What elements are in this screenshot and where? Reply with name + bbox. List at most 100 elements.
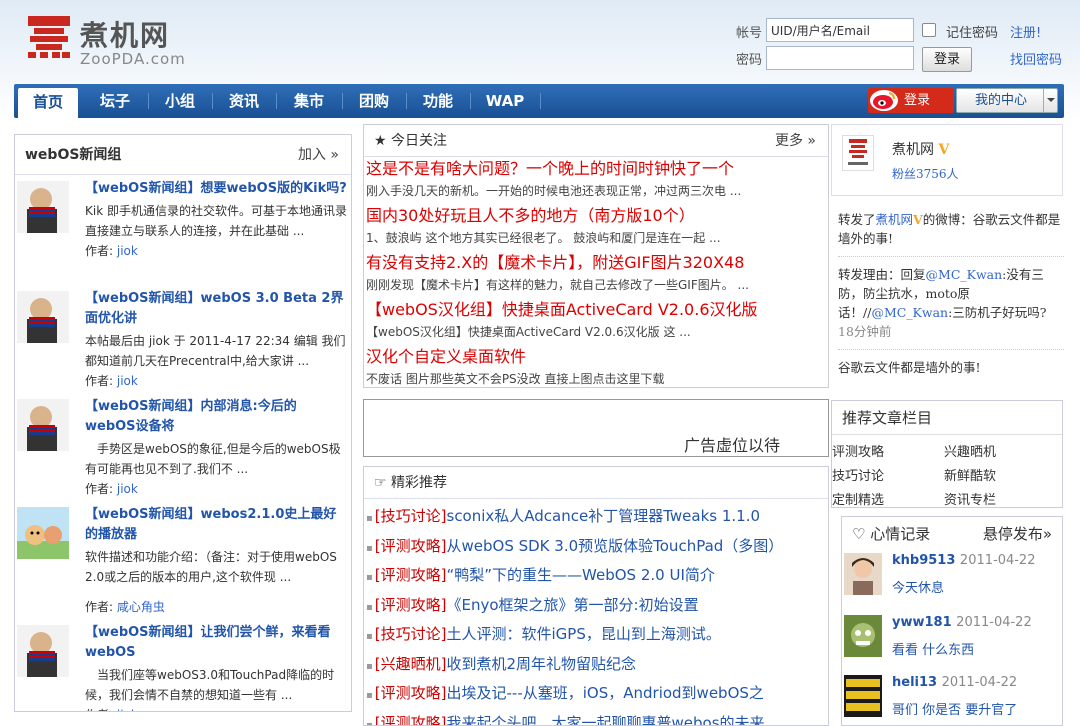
headline-excerpt: 【webOS汉化组】快捷桌面ActiveCard V2.0.6汉化版 这 ... (366, 325, 691, 339)
logo-mark-icon (28, 16, 70, 58)
more-link[interactable]: 更多 » (775, 125, 816, 157)
headline-item: 这是不是有啥大问题？一个晚上的时间时钟快了一个 刚入手没几天的新机。一开始的时候… (364, 157, 828, 204)
news-title-link[interactable]: 【webOS新闻组】webOS 3.0 Beta 2界面优化讲 (85, 289, 347, 329)
headline-excerpt: 刚刚发现【魔术卡片】有这样的魅力，就自己去修改了一些GIF图片。 ... (366, 278, 750, 292)
news-excerpt: 软件描述和功能介绍：（备注：对于使用webOS 2.0或之后的版本的用户,这个软… (85, 550, 337, 584)
bullet-icon: ▪ (366, 572, 373, 583)
headline-link[interactable]: 国内30处好玩且人不多的地方（南方版10个） (366, 204, 828, 228)
nav-features[interactable]: 功能 (410, 84, 466, 118)
mood-user[interactable]: khb9513 2011-04-22 (892, 553, 1035, 568)
news-thumbnail[interactable] (17, 291, 69, 343)
list-item[interactable]: ▪ [评测攻略]我来起个头吧，大家一起聊聊惠普webos的未来 (366, 710, 828, 726)
divider (838, 349, 1064, 350)
author-link[interactable]: jiok (117, 374, 138, 388)
avatar[interactable] (842, 135, 874, 171)
panel-title: 推荐文章栏目 (832, 401, 1062, 435)
column-link[interactable]: 新鲜酷软 (944, 465, 996, 484)
nav-groupbuy[interactable]: 团购 (346, 84, 402, 118)
mention-link[interactable]: @MC_Kwan (871, 305, 948, 320)
news-title-link[interactable]: 【webOS新闻组】想要webOS版的Kik吗? (85, 179, 347, 199)
panel-header: ☞ 精彩推荐 (364, 467, 828, 499)
news-thumbnail[interactable] (17, 181, 69, 233)
list-item[interactable]: ▪ [评测攻略]从webOS SDK 3.0预览版体验TouchPad（多图） (366, 533, 828, 563)
author-link[interactable]: jiok (117, 482, 138, 496)
account-label: 帐号 (736, 26, 763, 41)
news-thumbnail[interactable] (17, 625, 69, 677)
mood-message[interactable]: 哥们 你是否 要升官了 (892, 699, 1017, 718)
mood-item: heli13 2011-04-22 哥们 你是否 要升官了 (842, 673, 1062, 725)
mood-item: yww181 2011-04-22 看看 什么东西 (842, 613, 1062, 673)
author-link[interactable]: 咸心角虫 (117, 600, 165, 614)
column-link[interactable]: 技巧讨论 (832, 465, 884, 484)
list-item[interactable]: ▪ [评测攻略]《Enyo框架之旅》第一部分:初始设置 (366, 592, 828, 622)
profile-name[interactable]: 煮机网 V (892, 139, 949, 159)
list-item[interactable]: ▪ [兴趣晒机]收到煮机2周年礼物留贴纪念 (366, 651, 828, 681)
avatar[interactable] (844, 675, 882, 717)
mood-user[interactable]: heli13 2011-04-22 (892, 675, 1017, 690)
nav-market[interactable]: 集市 (280, 84, 338, 118)
password-input[interactable] (766, 46, 914, 70)
fans-count[interactable]: 粉丝3756人 (892, 165, 959, 182)
mood-user[interactable]: yww181 2011-04-22 (892, 615, 1032, 630)
headline-link[interactable]: 汉化个自定义桌面软件 (366, 345, 828, 369)
news-author: 作者: jiok (85, 482, 138, 496)
feed-reason: 转发理由：回复@MC_Kwan:没有三防，防尘抗水，moto原话！//@MC_K… (838, 267, 1047, 320)
headline-link[interactable]: 这是不是有啥大问题？一个晚上的时间时钟快了一个 (366, 157, 828, 181)
login-button[interactable]: 登录 (922, 47, 972, 72)
today-focus-panel: ★ 今日关注 更多 » 这是不是有啥大问题？一个晚上的时间时钟快了一个 刚入手没… (363, 124, 829, 388)
bullet-icon: ▪ (366, 660, 373, 672)
column-link[interactable]: 评测攻略 (832, 441, 884, 460)
site-logo[interactable]: 煮机网 ZooPDA.com (26, 10, 196, 68)
join-group-link[interactable]: 加入 » (298, 135, 339, 175)
forgot-password-link[interactable]: 找回密码 (1010, 49, 1062, 68)
news-title-link[interactable]: 【webOS新闻组】让我们尝个鲜，来看看webOS (85, 623, 347, 663)
nav-divider (470, 93, 471, 109)
list-item[interactable]: ▪ [评测攻略]“鸭梨”下的重生——WebOS 2.0 UI简介 (366, 562, 828, 592)
bullet-icon: ▪ (366, 719, 373, 726)
avatar[interactable] (844, 615, 882, 657)
news-thumbnail[interactable] (17, 507, 69, 559)
nav-news[interactable]: 资讯 (216, 84, 272, 118)
news-author: 作者: jiok (85, 705, 138, 711)
news-title-link[interactable]: 【webOS新闻组】内部消息:今后的webOS设备将 (85, 397, 347, 437)
list-item[interactable]: ▪ [技巧讨论]土人评测：软件iGPS，昆山到上海测试。 (366, 621, 828, 651)
register-link[interactable]: 注册! (1010, 22, 1041, 41)
headline-link[interactable]: 有没有支持2.X的【魔术卡片】，附送GIF图片320X48 (366, 251, 828, 275)
avatar[interactable] (844, 553, 882, 595)
column-link[interactable]: 资讯专栏 (944, 489, 996, 508)
password-label: 密码 (736, 53, 763, 68)
mood-message[interactable]: 看看 什么东西 (892, 639, 974, 658)
mood-message[interactable]: 今天休息 (892, 577, 944, 596)
author-link[interactable]: jiok (117, 244, 138, 258)
user-link[interactable]: 煮机网 (876, 212, 914, 227)
my-center-dropdown[interactable]: 我的中心 (956, 88, 1058, 113)
author-link[interactable]: jiok (117, 708, 138, 711)
account-input[interactable] (766, 18, 914, 42)
news-thumbnail[interactable] (17, 399, 69, 451)
chevron-down-icon[interactable] (1043, 89, 1057, 112)
remember-checkbox[interactable] (922, 23, 936, 37)
headline-item: 国内30处好玩且人不多的地方（南方版10个） 1、鼓浪屿 这个地方其实已经很老了… (364, 204, 828, 251)
nav-home[interactable]: 首页 (18, 88, 78, 118)
headline-link[interactable]: 【webOS汉化组】快捷桌面ActiveCard V2.0.6汉化版 (366, 298, 828, 322)
publish-link[interactable]: 悬停发布» (983, 517, 1052, 551)
weibo-login-button[interactable]: 登录 (868, 88, 954, 113)
headline-excerpt: 1、鼓浪屿 这个地方其实已经很老了。 鼓浪屿和厦门是连在一起 ... (366, 231, 721, 245)
ad-placeholder[interactable]: 广告虚位以待 (363, 399, 829, 457)
list-item[interactable]: ▪ [评测攻略]出埃及记---从塞班，iOS，Andriod到webOS之 (366, 680, 828, 710)
bullet-icon: ▪ (366, 542, 373, 554)
nav-group[interactable]: 小组 (152, 84, 208, 118)
main-nav: 首页 坛子 小组 资讯 集市 团购 功能 WAP 登录 我的中心 (14, 84, 1064, 118)
nav-wap[interactable]: WAP (474, 84, 536, 118)
panel-header: webOS新闻组 加入 » (15, 135, 351, 175)
verified-icon: V (938, 142, 950, 158)
my-center-label: 我的中心 (975, 93, 1028, 108)
column-link[interactable]: 兴趣晒机 (944, 441, 996, 460)
mention-link[interactable]: @MC_Kwan (926, 267, 1003, 282)
news-title-link[interactable]: 【webOS新闻组】webos2.1.0史上最好的播放器 (85, 505, 347, 545)
nav-forum[interactable]: 坛子 (86, 84, 144, 118)
panel-title: webOS新闻组 (25, 147, 122, 163)
nav-divider (342, 93, 343, 109)
list-item[interactable]: ▪ [技巧讨论]sconix私人Adcance补丁管理器Tweaks 1.1.0 (366, 503, 828, 533)
column-link[interactable]: 定制精选 (832, 489, 884, 508)
